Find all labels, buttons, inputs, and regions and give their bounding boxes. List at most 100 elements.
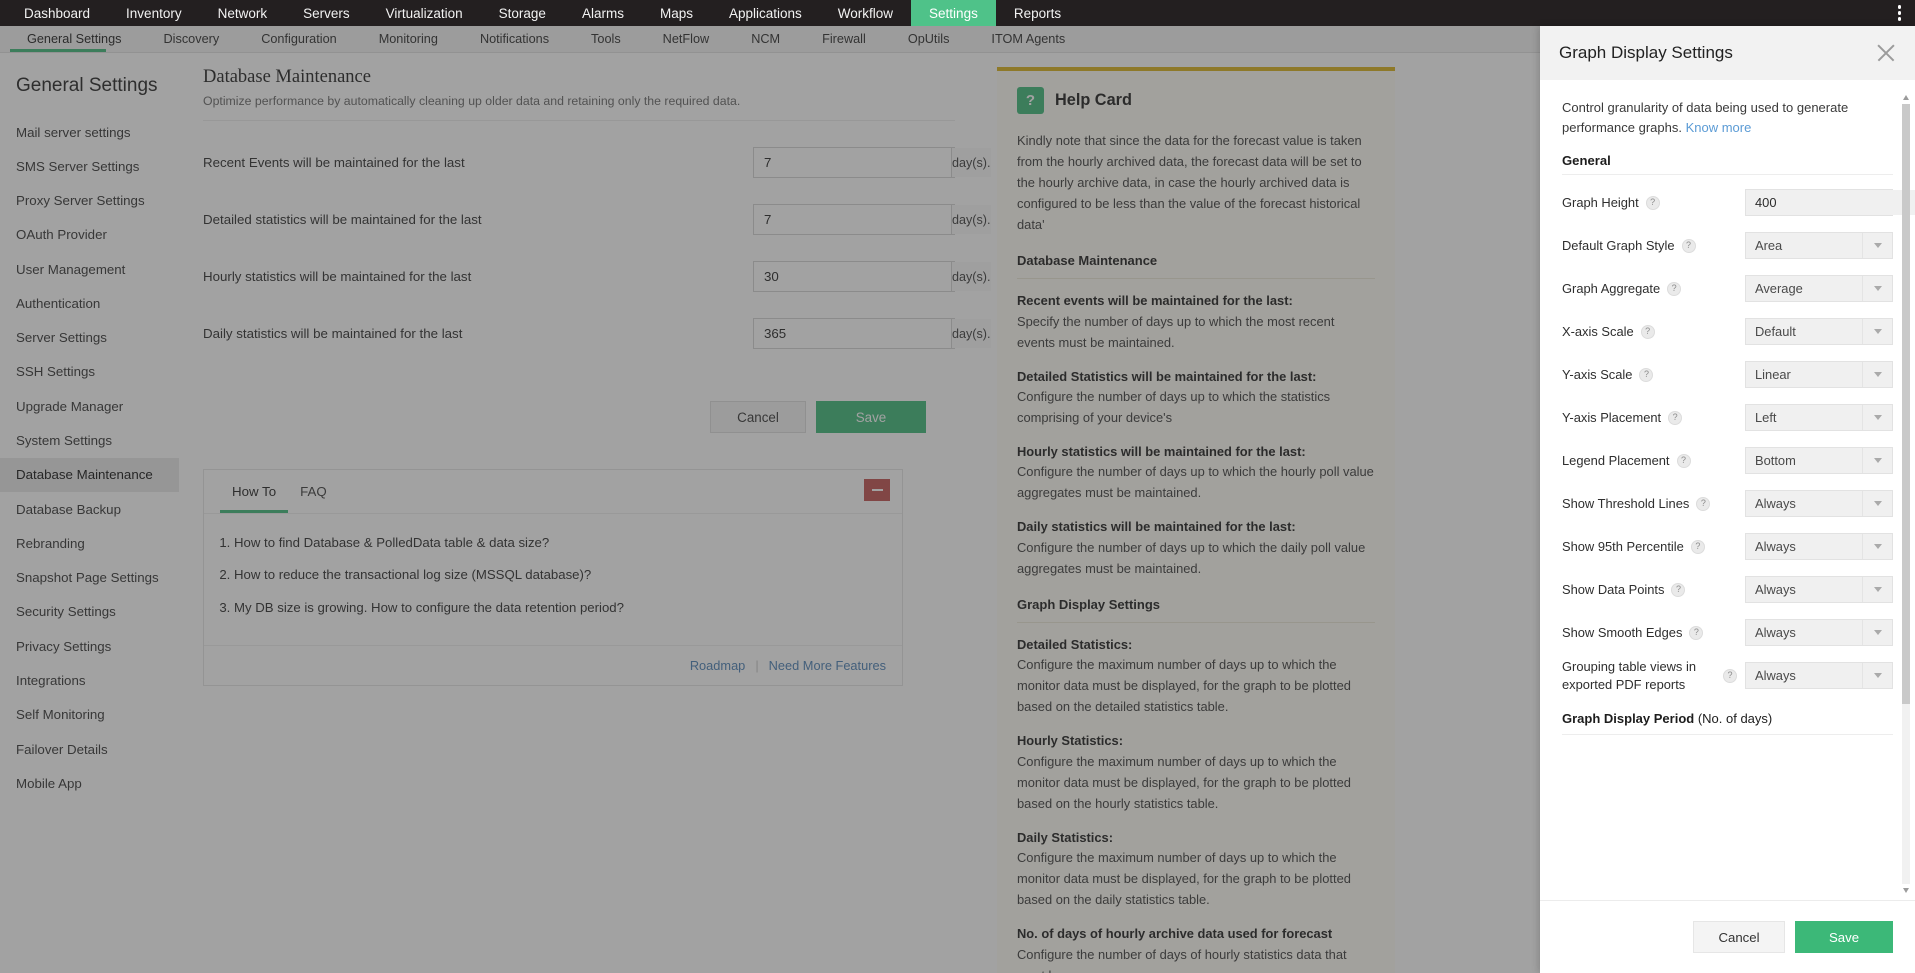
topnav-item-inventory[interactable]: Inventory xyxy=(108,0,200,26)
panel-settings-rows: Graph Height?pxDefault Graph Style?AreaG… xyxy=(1562,181,1915,697)
chevron-down-icon[interactable] xyxy=(1862,534,1892,559)
panel-header: Graph Display Settings xyxy=(1540,26,1915,80)
setting-label-text: Legend Placement xyxy=(1562,452,1670,468)
panel-cancel-button[interactable]: Cancel xyxy=(1693,921,1785,953)
setting-label: Show Data Points? xyxy=(1562,581,1745,598)
setting-select-value: Bottom xyxy=(1755,453,1796,468)
panel-save-button[interactable]: Save xyxy=(1795,921,1893,953)
setting-row: Y-axis Placement? Left xyxy=(1562,396,1893,439)
topnav-item-network[interactable]: Network xyxy=(200,0,286,26)
top-nav-items: Dashboard Inventory Network Servers Virtuali… xyxy=(6,0,1079,26)
setting-row: Grouping table views in exported PDF rep… xyxy=(1562,654,1893,697)
help-tooltip-icon[interactable]: ? xyxy=(1676,453,1691,468)
setting-dropdown[interactable]: Always xyxy=(1745,576,1893,603)
setting-row: Graph Aggregate? Average xyxy=(1562,267,1893,310)
more-options-icon[interactable] xyxy=(1897,0,1901,26)
setting-label-text: Show 95th Percentile xyxy=(1562,538,1684,554)
chevron-down-icon[interactable] xyxy=(1862,620,1892,645)
setting-label: Y-axis Scale? xyxy=(1562,366,1745,383)
chevron-down-icon[interactable] xyxy=(1862,577,1892,602)
setting-select-value: Always xyxy=(1755,582,1796,597)
help-tooltip-icon[interactable]: ? xyxy=(1640,324,1655,339)
setting-dropdown[interactable]: Left xyxy=(1745,404,1893,431)
setting-dropdown[interactable]: Linear xyxy=(1745,361,1893,388)
chevron-down-icon[interactable] xyxy=(1862,448,1892,473)
topnav-item-settings[interactable]: Settings xyxy=(911,0,996,26)
setting-select-value: Linear xyxy=(1755,367,1791,382)
setting-dropdown[interactable]: Default xyxy=(1745,318,1893,345)
setting-select-value: Left xyxy=(1755,410,1777,425)
setting-label-text: Show Smooth Edges xyxy=(1562,624,1683,640)
know-more-link[interactable]: Know more xyxy=(1686,120,1752,135)
topnav-item-alarms[interactable]: Alarms xyxy=(564,0,642,26)
setting-label-text: Graph Height xyxy=(1562,194,1639,210)
help-tooltip-icon[interactable]: ? xyxy=(1696,496,1711,511)
scroll-down-icon[interactable] xyxy=(1903,888,1909,893)
setting-dropdown[interactable]: Always xyxy=(1745,619,1893,646)
chevron-down-icon[interactable] xyxy=(1862,663,1892,688)
panel-body: Control granularity of data being used t… xyxy=(1540,80,1915,900)
help-tooltip-icon[interactable]: ? xyxy=(1723,668,1737,683)
scrollbar-thumb[interactable] xyxy=(1902,104,1910,704)
setting-dropdown[interactable]: Always xyxy=(1745,533,1893,560)
panel-section-divider xyxy=(1562,174,1893,175)
setting-row: Graph Height?px xyxy=(1562,181,1915,224)
chevron-down-icon[interactable] xyxy=(1862,319,1892,344)
setting-row: Show Threshold Lines? Always xyxy=(1562,482,1893,525)
help-tooltip-icon[interactable]: ? xyxy=(1671,582,1686,597)
setting-select-value: Always xyxy=(1755,668,1796,683)
topnav-item-workflow[interactable]: Workflow xyxy=(820,0,911,26)
setting-input[interactable] xyxy=(1746,190,1915,215)
setting-label-text: Show Data Points xyxy=(1562,581,1665,597)
topnav-item-servers[interactable]: Servers xyxy=(285,0,368,26)
setting-row: Default Graph Style? Area xyxy=(1562,224,1893,267)
chevron-down-icon[interactable] xyxy=(1862,233,1892,258)
chevron-down-icon[interactable] xyxy=(1862,405,1892,430)
modal-overlay[interactable] xyxy=(0,26,1540,973)
panel-footer: Cancel Save xyxy=(1540,900,1915,973)
topnav-item-applications[interactable]: Applications xyxy=(711,0,820,26)
close-icon[interactable] xyxy=(1875,42,1897,64)
setting-dropdown[interactable]: Average xyxy=(1745,275,1893,302)
help-tooltip-icon[interactable]: ? xyxy=(1667,281,1682,296)
setting-label-text: Show Threshold Lines xyxy=(1562,495,1690,511)
graph-display-settings-panel: Graph Display Settings Control granulari… xyxy=(1540,26,1915,973)
topnav-item-dashboard[interactable]: Dashboard xyxy=(6,0,108,26)
setting-select-value: Always xyxy=(1755,539,1796,554)
top-navigation: Dashboard Inventory Network Servers Virtuali… xyxy=(0,0,1915,26)
setting-label: Grouping table views in exported PDF rep… xyxy=(1562,658,1745,692)
setting-dropdown[interactable]: Area xyxy=(1745,232,1893,259)
topnav-item-reports[interactable]: Reports xyxy=(996,0,1079,26)
setting-row: Legend Placement? Bottom xyxy=(1562,439,1893,482)
setting-control[interactable]: px xyxy=(1745,189,1915,216)
setting-label: Y-axis Placement? xyxy=(1562,409,1745,426)
setting-label: Graph Height? xyxy=(1562,194,1745,211)
help-tooltip-icon[interactable]: ? xyxy=(1681,238,1696,253)
topnav-item-maps[interactable]: Maps xyxy=(642,0,711,26)
panel-scrollbar[interactable] xyxy=(1902,95,1910,893)
setting-row: Show Data Points? Always xyxy=(1562,568,1893,611)
topnav-item-virtualization[interactable]: Virtualization xyxy=(368,0,481,26)
setting-label-text: Y-axis Placement xyxy=(1562,409,1662,425)
setting-dropdown[interactable]: Always xyxy=(1745,490,1893,517)
setting-row: X-axis Scale? Default xyxy=(1562,310,1893,353)
setting-dropdown[interactable]: Always xyxy=(1745,662,1893,689)
help-tooltip-icon[interactable]: ? xyxy=(1639,367,1654,382)
chevron-down-icon[interactable] xyxy=(1862,491,1892,516)
panel-title: Graph Display Settings xyxy=(1559,43,1733,62)
setting-label-text: Graph Aggregate xyxy=(1562,280,1661,296)
scroll-up-icon[interactable] xyxy=(1903,95,1909,100)
setting-select-value: Default xyxy=(1755,324,1796,339)
chevron-down-icon[interactable] xyxy=(1862,362,1892,387)
help-tooltip-icon[interactable]: ? xyxy=(1690,539,1705,554)
chevron-down-icon[interactable] xyxy=(1862,276,1892,301)
help-tooltip-icon[interactable]: ? xyxy=(1668,410,1683,425)
topnav-item-storage[interactable]: Storage xyxy=(481,0,564,26)
setting-select-value: Area xyxy=(1755,238,1783,253)
help-tooltip-icon[interactable]: ? xyxy=(1645,195,1660,210)
setting-label: X-axis Scale? xyxy=(1562,323,1745,340)
setting-dropdown[interactable]: Bottom xyxy=(1745,447,1893,474)
setting-row: Y-axis Scale? Linear xyxy=(1562,353,1893,396)
setting-label: Show Threshold Lines? xyxy=(1562,495,1745,512)
help-tooltip-icon[interactable]: ? xyxy=(1689,625,1704,640)
